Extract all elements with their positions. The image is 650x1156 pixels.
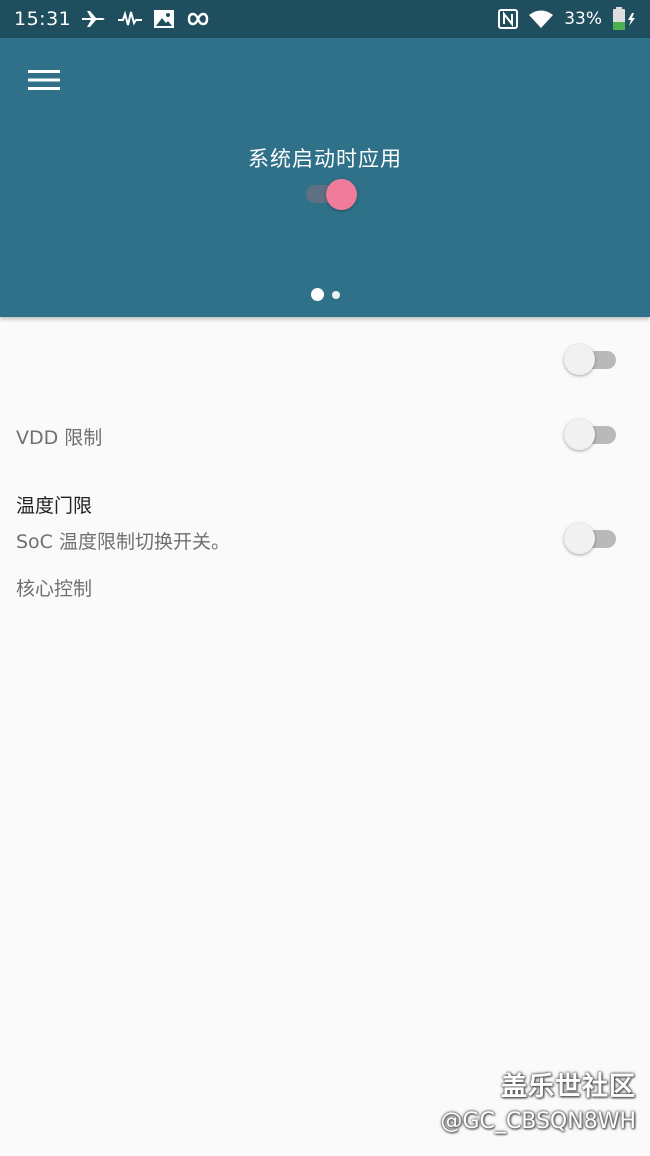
setting-summary-thermal-limit: SoC 温度限制切换开关。 [16,531,230,553]
nfc-icon [498,9,519,29]
setting-title-thermal-limit: 温度门限 [16,495,93,517]
pulse-icon [117,9,143,29]
infinity-icon [185,9,211,29]
thermal-limit-switch[interactable] [564,523,618,555]
core-control-switch[interactable] [564,344,618,376]
switch-thumb [326,179,357,210]
watermark: 盖乐世社区 @GC_CBSQN8WH [440,1066,636,1134]
wifi-icon [528,9,554,29]
battery-charging-icon [612,7,638,31]
battery-percent: 33% [564,9,602,29]
header: 系统启动时应用 [0,38,650,317]
page-dot-inactive[interactable] [331,290,340,299]
setting-title-core-control: 核心控制 [16,578,93,600]
settings-list: 核心控制 VDD 限制 温度门限 SoC 温度限制切换开关。 [0,317,650,600]
menu-button[interactable] [24,62,64,102]
setting-thermal-limit[interactable] [0,469,650,574]
switch-thumb [564,523,595,554]
header-title: 系统启动时应用 [248,147,402,171]
page-indicator [0,288,650,301]
status-left: 15:31 [14,8,211,30]
vdd-limit-switch[interactable] [564,419,618,451]
watermark-user: @GC_CBSQN8WH [440,1109,636,1134]
switch-thumb [564,419,595,450]
status-bar: 15:31 33% [0,0,650,38]
status-right: 33% [498,7,638,31]
hamburger-menu-icon [28,68,60,96]
setting-title-vdd-limit: VDD 限制 [16,427,103,449]
airplane-icon [81,9,107,29]
switch-thumb [564,344,595,375]
apply-on-boot-switch[interactable] [304,178,360,210]
image-icon [153,9,175,29]
status-time: 15:31 [14,8,72,30]
watermark-brand: 盖乐世社区 [500,1072,636,1102]
page-dot-active[interactable] [310,288,324,301]
setting-core-control[interactable] [0,317,650,393]
